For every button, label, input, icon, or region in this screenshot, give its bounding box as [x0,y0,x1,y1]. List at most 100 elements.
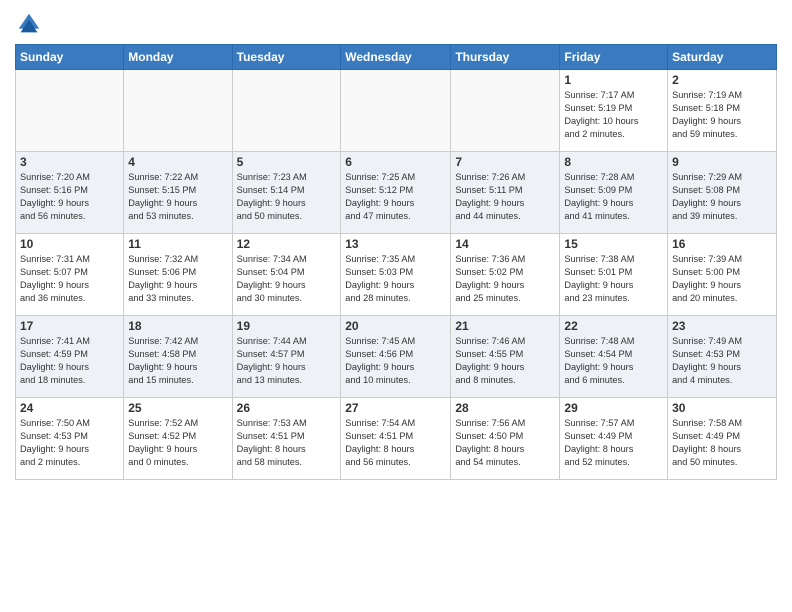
day-info: Sunrise: 7:32 AM Sunset: 5:06 PM Dayligh… [128,253,227,305]
day-number: 17 [20,319,119,333]
weekday-header-row: SundayMondayTuesdayWednesdayThursdayFrid… [16,45,777,70]
day-number: 28 [455,401,555,415]
day-cell [16,70,124,152]
day-number: 25 [128,401,227,415]
weekday-thursday: Thursday [451,45,560,70]
day-number: 27 [345,401,446,415]
day-cell [124,70,232,152]
weekday-wednesday: Wednesday [341,45,451,70]
day-cell: 13 Sunrise: 7:35 AM Sunset: 5:03 PM Dayli… [341,234,451,316]
day-number: 21 [455,319,555,333]
weekday-tuesday: Tuesday [232,45,341,70]
day-info: Sunrise: 7:22 AM Sunset: 5:15 PM Dayligh… [128,171,227,223]
day-number: 5 [237,155,337,169]
week-row-5: 24Sunrise: 7:50 AM Sunset: 4:53 PM Dayli… [16,398,777,480]
day-number: 6 [345,155,446,169]
day-cell [232,70,341,152]
day-cell: 14 Sunrise: 7:36 AM Sunset: 5:02 PM Dayli… [451,234,560,316]
day-number: 3 [20,155,119,169]
day-cell: 22 Sunrise: 7:48 AM Sunset: 4:54 PM Dayli… [560,316,668,398]
day-number: 13 [345,237,446,251]
day-info: Sunrise: 7:56 AM Sunset: 4:50 PM Dayligh… [455,417,555,469]
day-info: Sunrise: 7:58 AM Sunset: 4:49 PM Dayligh… [672,417,772,469]
day-cell: 10Sunrise: 7:31 AM Sunset: 5:07 PM Dayli… [16,234,124,316]
day-info: Sunrise: 7:41 AM Sunset: 4:59 PM Dayligh… [20,335,119,387]
header-row [15,10,777,38]
weekday-sunday: Sunday [16,45,124,70]
calendar-header: SundayMondayTuesdayWednesdayThursdayFrid… [16,45,777,70]
day-info: Sunrise: 7:34 AM Sunset: 5:04 PM Dayligh… [237,253,337,305]
day-number: 12 [237,237,337,251]
day-cell: 24Sunrise: 7:50 AM Sunset: 4:53 PM Dayli… [16,398,124,480]
day-info: Sunrise: 7:17 AM Sunset: 5:19 PM Dayligh… [564,89,663,141]
week-row-4: 17 Sunrise: 7:41 AM Sunset: 4:59 PM Dayli… [16,316,777,398]
logo-icon [15,10,43,38]
day-cell: 6 Sunrise: 7:25 AM Sunset: 5:12 PM Daylig… [341,152,451,234]
day-info: Sunrise: 7:36 AM Sunset: 5:02 PM Dayligh… [455,253,555,305]
day-cell: 1 Sunrise: 7:17 AM Sunset: 5:19 PM Daylig… [560,70,668,152]
day-info: Sunrise: 7:23 AM Sunset: 5:14 PM Dayligh… [237,171,337,223]
day-cell: 30Sunrise: 7:58 AM Sunset: 4:49 PM Dayli… [668,398,777,480]
day-number: 9 [672,155,772,169]
day-info: Sunrise: 7:57 AM Sunset: 4:49 PM Dayligh… [564,417,663,469]
day-number: 2 [672,73,772,87]
day-cell: 12 Sunrise: 7:34 AM Sunset: 5:04 PM Dayli… [232,234,341,316]
weekday-saturday: Saturday [668,45,777,70]
logo [15,10,47,38]
main-container: SundayMondayTuesdayWednesdayThursdayFrid… [0,0,792,488]
day-info: Sunrise: 7:52 AM Sunset: 4:52 PM Dayligh… [128,417,227,469]
day-cell: 25 Sunrise: 7:52 AM Sunset: 4:52 PM Dayli… [124,398,232,480]
day-info: Sunrise: 7:25 AM Sunset: 5:12 PM Dayligh… [345,171,446,223]
week-row-1: 1 Sunrise: 7:17 AM Sunset: 5:19 PM Daylig… [16,70,777,152]
day-info: Sunrise: 7:48 AM Sunset: 4:54 PM Dayligh… [564,335,663,387]
day-cell [341,70,451,152]
day-info: Sunrise: 7:35 AM Sunset: 5:03 PM Dayligh… [345,253,446,305]
calendar-table: SundayMondayTuesdayWednesdayThursdayFrid… [15,44,777,480]
day-number: 18 [128,319,227,333]
week-row-3: 10Sunrise: 7:31 AM Sunset: 5:07 PM Dayli… [16,234,777,316]
day-number: 4 [128,155,227,169]
day-number: 23 [672,319,772,333]
day-cell: 20 Sunrise: 7:45 AM Sunset: 4:56 PM Dayli… [341,316,451,398]
day-info: Sunrise: 7:49 AM Sunset: 4:53 PM Dayligh… [672,335,772,387]
day-info: Sunrise: 7:46 AM Sunset: 4:55 PM Dayligh… [455,335,555,387]
day-info: Sunrise: 7:38 AM Sunset: 5:01 PM Dayligh… [564,253,663,305]
day-number: 26 [237,401,337,415]
day-cell: 26 Sunrise: 7:53 AM Sunset: 4:51 PM Dayli… [232,398,341,480]
day-cell: 4 Sunrise: 7:22 AM Sunset: 5:15 PM Daylig… [124,152,232,234]
day-cell: 9Sunrise: 7:29 AM Sunset: 5:08 PM Daylig… [668,152,777,234]
day-number: 11 [128,237,227,251]
day-info: Sunrise: 7:42 AM Sunset: 4:58 PM Dayligh… [128,335,227,387]
day-number: 1 [564,73,663,87]
day-cell: 15 Sunrise: 7:38 AM Sunset: 5:01 PM Dayli… [560,234,668,316]
day-info: Sunrise: 7:28 AM Sunset: 5:09 PM Dayligh… [564,171,663,223]
day-info: Sunrise: 7:26 AM Sunset: 5:11 PM Dayligh… [455,171,555,223]
day-number: 7 [455,155,555,169]
day-info: Sunrise: 7:53 AM Sunset: 4:51 PM Dayligh… [237,417,337,469]
day-cell [451,70,560,152]
day-cell: 18 Sunrise: 7:42 AM Sunset: 4:58 PM Dayli… [124,316,232,398]
day-number: 24 [20,401,119,415]
day-number: 16 [672,237,772,251]
week-row-2: 3 Sunrise: 7:20 AM Sunset: 5:16 PM Daylig… [16,152,777,234]
day-cell: 2Sunrise: 7:19 AM Sunset: 5:18 PM Daylig… [668,70,777,152]
day-info: Sunrise: 7:45 AM Sunset: 4:56 PM Dayligh… [345,335,446,387]
day-number: 8 [564,155,663,169]
day-number: 14 [455,237,555,251]
day-cell: 27 Sunrise: 7:54 AM Sunset: 4:51 PM Dayli… [341,398,451,480]
day-number: 29 [564,401,663,415]
day-cell: 21 Sunrise: 7:46 AM Sunset: 4:55 PM Dayli… [451,316,560,398]
day-info: Sunrise: 7:44 AM Sunset: 4:57 PM Dayligh… [237,335,337,387]
calendar-body: 1 Sunrise: 7:17 AM Sunset: 5:19 PM Daylig… [16,70,777,480]
day-cell: 11 Sunrise: 7:32 AM Sunset: 5:06 PM Dayli… [124,234,232,316]
day-info: Sunrise: 7:20 AM Sunset: 5:16 PM Dayligh… [20,171,119,223]
day-info: Sunrise: 7:31 AM Sunset: 5:07 PM Dayligh… [20,253,119,305]
day-info: Sunrise: 7:54 AM Sunset: 4:51 PM Dayligh… [345,417,446,469]
day-number: 22 [564,319,663,333]
day-number: 20 [345,319,446,333]
day-cell: 23 Sunrise: 7:49 AM Sunset: 4:53 PM Dayli… [668,316,777,398]
day-cell: 16Sunrise: 7:39 AM Sunset: 5:00 PM Dayli… [668,234,777,316]
weekday-friday: Friday [560,45,668,70]
day-cell: 7 Sunrise: 7:26 AM Sunset: 5:11 PM Daylig… [451,152,560,234]
day-number: 15 [564,237,663,251]
